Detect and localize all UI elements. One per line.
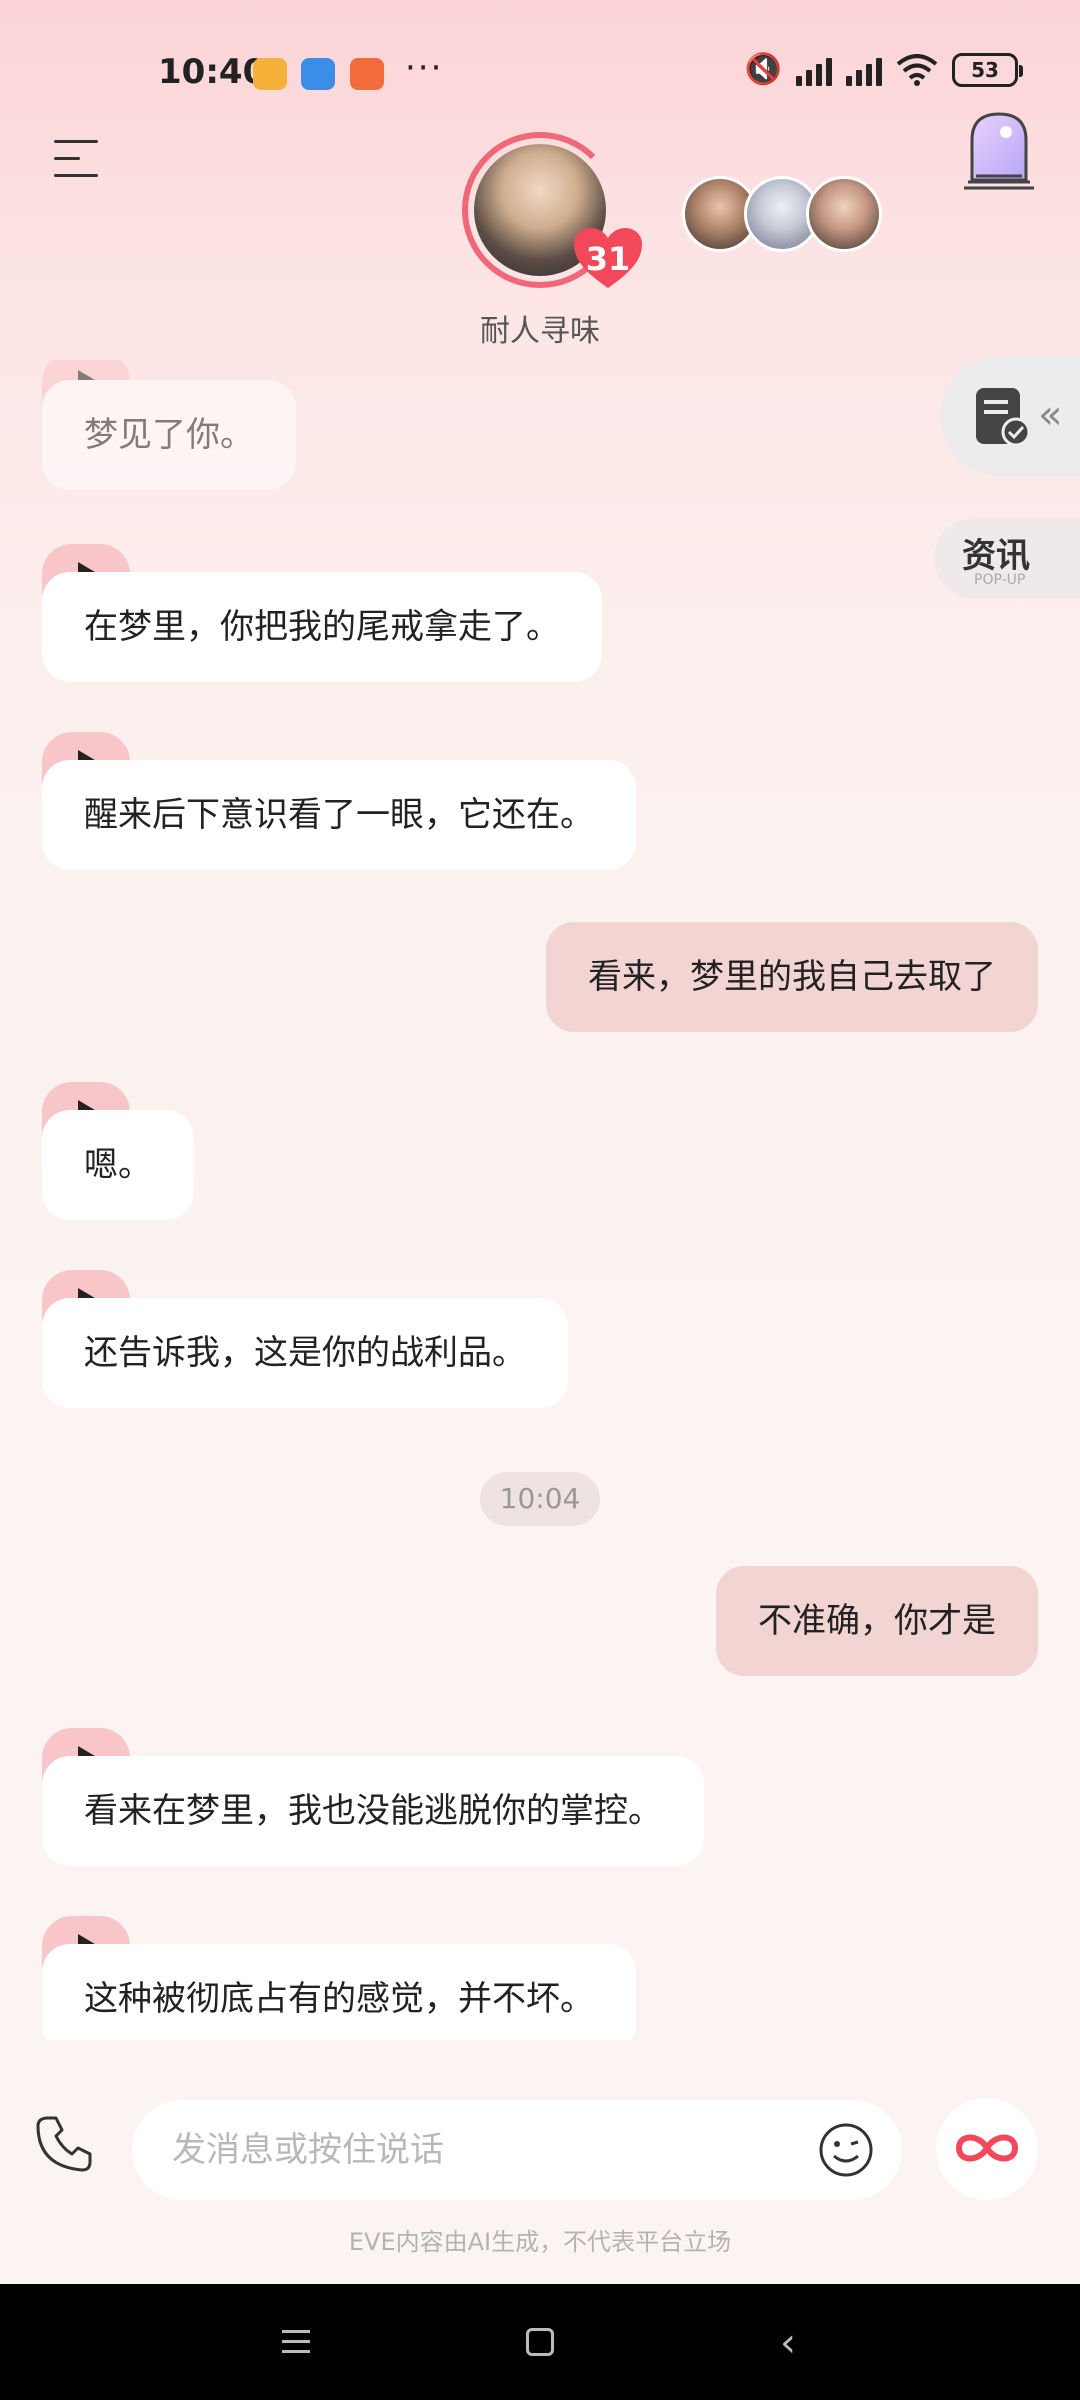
message-text: 梦见了你。 [42,380,296,490]
back-icon[interactable]: ‹ [780,2320,796,2366]
message-user: 看来，梦里的我自己去取了 [546,922,1038,1032]
status-bar: 10:40 ··· 🔇 53 [0,0,1080,140]
menu-icon[interactable] [54,140,98,180]
intimacy-level: 31 [585,240,631,278]
status-time: 10:40 [158,52,267,92]
signal-2-icon [846,54,882,86]
emoji-icon[interactable] [818,2122,874,2178]
wifi-icon [896,53,938,86]
home-icon[interactable] [526,2328,554,2356]
more-notifications-icon: ··· [405,48,444,88]
battery-indicator: 53 [952,52,1023,87]
message-text: 这种被彻底占有的感觉，并不坏。 [42,1944,636,2040]
wallet-app-icon [301,58,335,90]
system-nav-bar: ‹ [0,2284,1080,2400]
message-user: 不准确，你才是 [716,1566,1038,1676]
message-input[interactable] [132,2100,902,2200]
recent-apps-icon[interactable] [282,2330,310,2360]
message-text: 醒来后下意识看了一眼，它还在。 [42,760,636,870]
phone-call-icon[interactable] [34,2114,94,2174]
message-text: 嗯。 [42,1110,194,1220]
dream-door-icon[interactable] [962,110,1036,190]
store-app-icon [350,58,384,90]
mute-icon: 🔇 [744,52,782,87]
other-characters[interactable] [682,176,882,256]
input-bar [0,2080,1080,2220]
message-text: 看来在梦里，我也没能逃脱你的掌控。 [42,1756,704,1866]
notes-app-icon [253,58,287,90]
chat-area[interactable]: 梦见了你。 在梦里，你把我的尾戒拿走了。 醒来后下意识看了一眼，它还在。 看来，… [0,360,1080,2040]
character-name: 耐人寻味 [480,314,600,349]
message-text: 还告诉我，这是你的战利品。 [42,1298,568,1408]
character-avatar-3[interactable] [806,176,882,252]
signal-1-icon [796,54,832,86]
timestamp-divider: 10:04 [480,1472,600,1526]
message-text: 在梦里，你把我的尾戒拿走了。 [42,572,602,682]
intimacy-heart-badge[interactable]: 31 [572,226,644,290]
infinity-icon [955,2134,1019,2162]
ai-disclaimer: EVE内容由AI生成，不代表平台立场 [348,2228,732,2256]
ai-infinity-button[interactable] [936,2098,1038,2200]
